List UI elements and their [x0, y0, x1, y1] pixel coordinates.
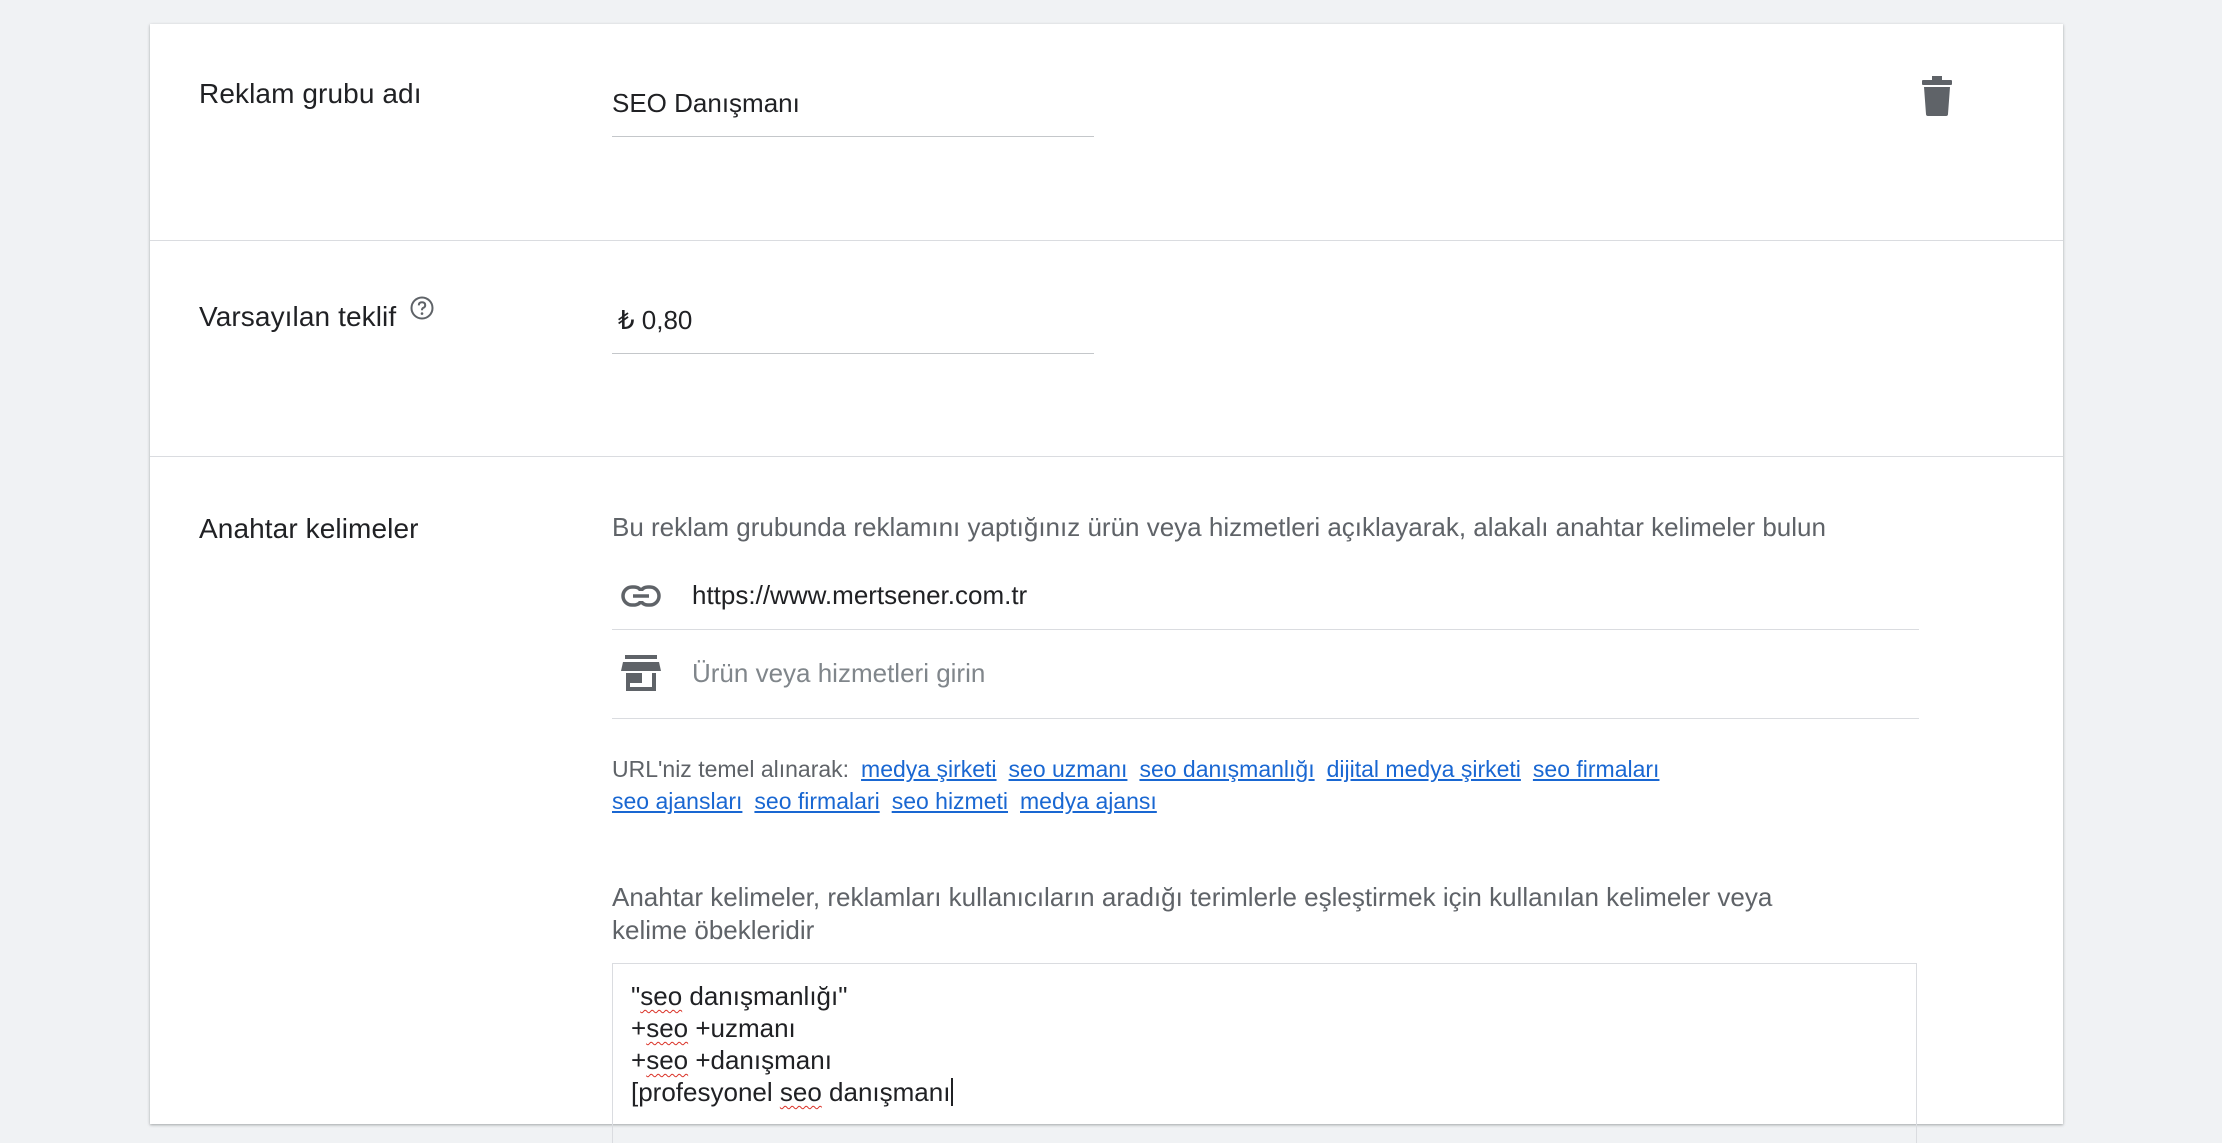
ad-group-name-input[interactable]: SEO Danışmanı [612, 88, 1094, 137]
storefront-icon [620, 652, 662, 694]
product-input-row[interactable]: Ürün veya hizmetleri girin [612, 630, 1919, 719]
keywords-label: Anahtar kelimeler [199, 513, 419, 544]
keyword-line: "seo danışmanlığı" [631, 981, 848, 1011]
ad-group-name-value: SEO Danışmanı [612, 88, 800, 118]
suggestion-link[interactable]: seo hizmeti [892, 788, 1008, 814]
default-bid-label: Varsayılan teklif [199, 301, 397, 332]
product-input-placeholder: Ürün veya hizmetleri girin [692, 658, 986, 688]
suggestion-link[interactable]: medya şirketi [861, 756, 996, 782]
keywords-section: Anahtar kelimeler Bu reklam grubunda rek… [150, 457, 2063, 1143]
url-input-value: https://www.mertsener.com.tr [692, 580, 1028, 610]
trash-icon[interactable] [1922, 76, 1952, 116]
link-icon [620, 575, 662, 617]
suggestion-link[interactable]: seo uzmanı [1009, 756, 1128, 782]
suggestions-line-1: URL'niz temel alınarak: medya şirketi seo … [612, 753, 1912, 785]
keyword-line: +seo +danışmanı [631, 1045, 832, 1075]
default-bid-label-row: Varsayılan teklif [199, 295, 434, 333]
ad-group-name-label: Reklam grubu adı [199, 78, 422, 109]
suggestion-link[interactable]: seo ajansları [612, 788, 742, 814]
default-bid-value: ₺ 0,80 [618, 305, 693, 335]
keyword-suggestions: URL'niz temel alınarak: medya şirketi seo … [612, 753, 1912, 817]
suggestions-line-2: seo ajansları seo firmalari seo hizmeti med… [612, 785, 1912, 817]
keywords-info-text: Anahtar kelimeler, reklamları kullanıcıl… [612, 881, 1772, 947]
suggestion-link[interactable]: dijital medya şirketi [1327, 756, 1521, 782]
suggestion-link[interactable]: seo danışmanlığı [1139, 756, 1314, 782]
keywords-info-line-2: kelime öbekleridir [612, 915, 815, 945]
keywords-info-line-1: Anahtar kelimeler, reklamları kullanıcıl… [612, 882, 1773, 912]
ad-group-card: Reklam grubu adı SEO Danışmanı Varsayıla… [150, 24, 2063, 1143]
suggestion-link[interactable]: medya ajansı [1020, 788, 1157, 814]
keywords-textarea[interactable]: "seo danışmanlığı" +seo +uzmanı +seo +da… [612, 963, 1917, 1143]
suggestions-prefix: URL'niz temel alınarak: [612, 756, 850, 782]
url-input-row[interactable]: https://www.mertsener.com.tr [612, 561, 1919, 630]
default-bid-section: Varsayılan teklif ₺ 0,80 [150, 241, 2063, 457]
help-circle-icon[interactable] [410, 295, 434, 320]
ad-group-name-section: Reklam grubu adı SEO Danışmanı [150, 24, 2063, 241]
default-bid-input[interactable]: ₺ 0,80 [612, 305, 1094, 354]
text-caret [951, 1078, 954, 1106]
suggestion-link[interactable]: seo firmaları [1533, 756, 1660, 782]
keyword-line: +seo +uzmanı [631, 1013, 796, 1043]
keyword-line: [profesyonel seo danışmanı [631, 1076, 1898, 1108]
keywords-description: Bu reklam grubunda reklamını yaptığınız … [612, 512, 1826, 542]
suggestion-link[interactable]: seo firmalari [754, 788, 879, 814]
